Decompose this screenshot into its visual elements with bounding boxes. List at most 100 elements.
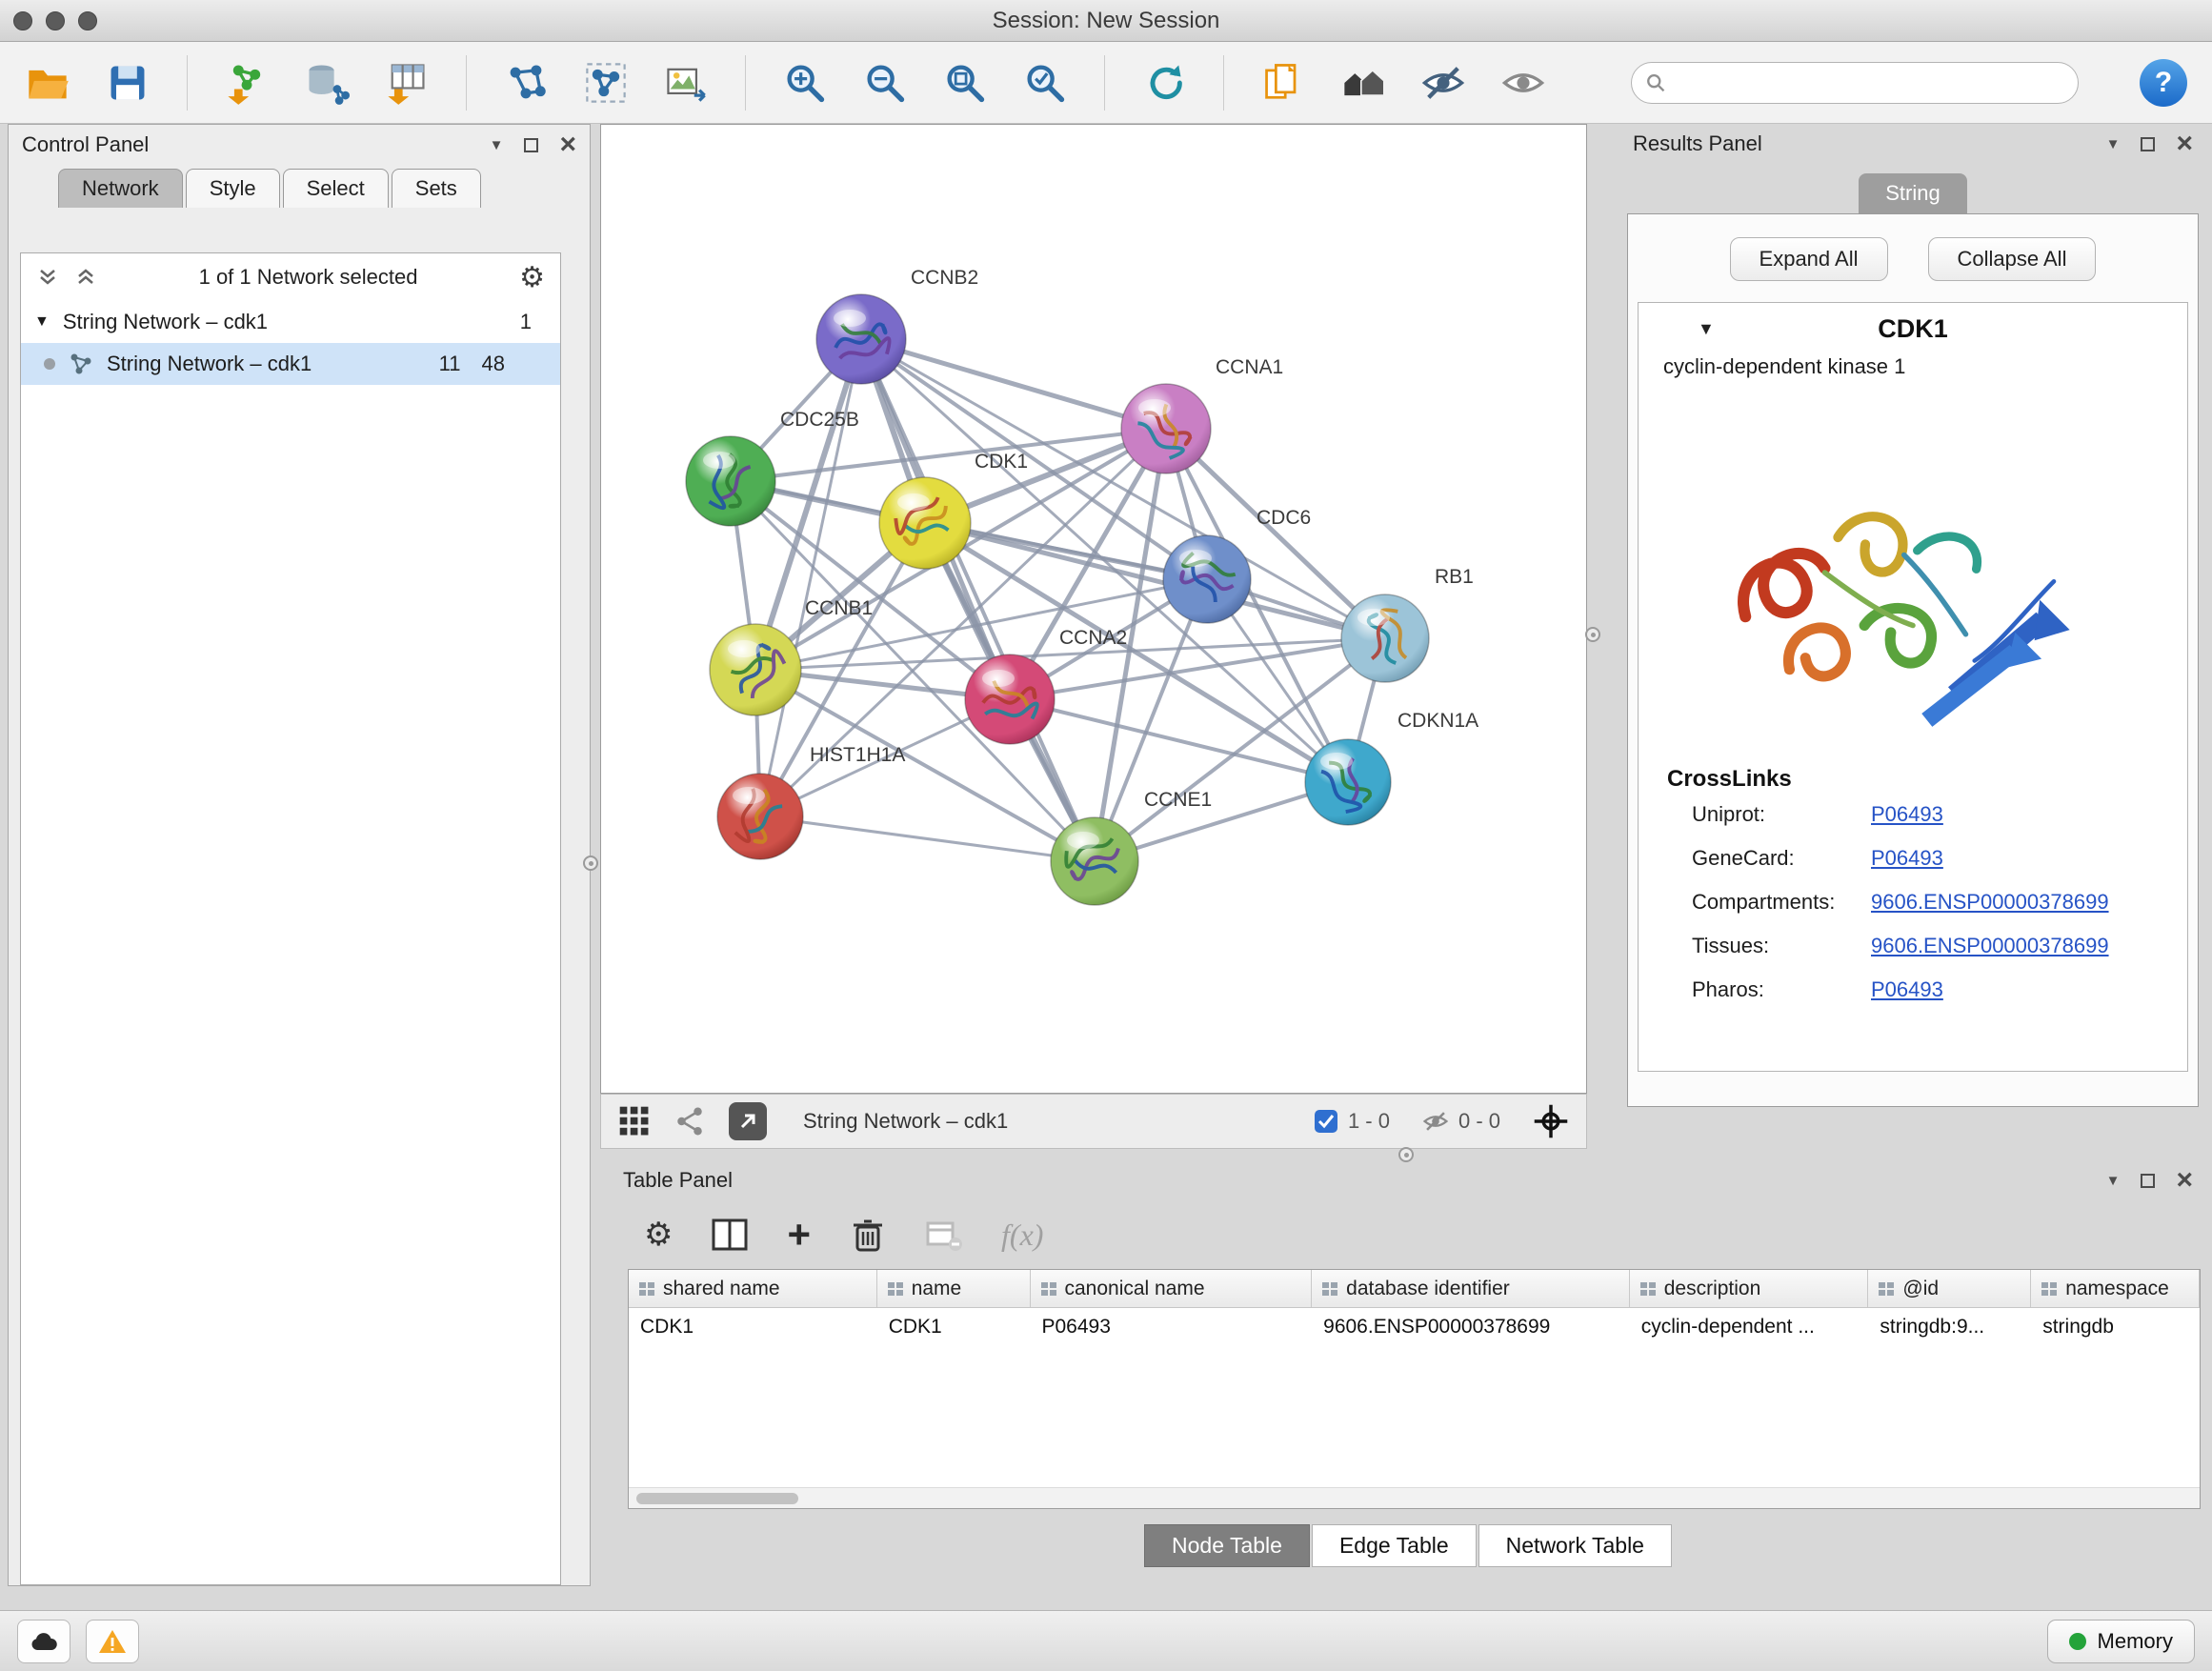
export-network-button[interactable] [729, 1102, 767, 1140]
zoom-selected-icon[interactable] [1022, 60, 1068, 106]
network-edge-CCNA2-CDKN1A[interactable] [1010, 699, 1348, 782]
network-node-CCNE1[interactable]: CCNE1 [1051, 789, 1212, 905]
table-row[interactable]: CDK1 CDK1 P06493 9606.ENSP00000378699 cy… [629, 1308, 2200, 1346]
network-node-CDKN1A[interactable]: CDKN1A [1305, 710, 1478, 825]
network-node-CDK1[interactable]: CDK1 [879, 451, 1028, 569]
column-header[interactable]: shared name [629, 1270, 877, 1307]
control-panel-title: Control Panel [22, 132, 149, 157]
tab-network[interactable]: Network [58, 169, 183, 208]
splitter-handle[interactable] [583, 856, 598, 871]
float-panel-icon[interactable]: ▼ [2106, 136, 2121, 152]
new-network-icon[interactable] [503, 60, 549, 106]
close-panel-icon[interactable]: × [559, 135, 576, 154]
collapse-gene-section-icon[interactable]: ▼ [1698, 319, 1715, 339]
expand-all-button[interactable]: Expand All [1730, 237, 1888, 281]
import-table-icon[interactable] [384, 60, 430, 106]
node-label-RB1: RB1 [1435, 566, 1474, 588]
tree-options-gear-icon[interactable]: ⚙ [519, 261, 545, 294]
column-header[interactable]: namespace [2031, 1270, 2200, 1307]
column-header[interactable]: name [877, 1270, 1031, 1307]
show-graphics-icon[interactable] [1500, 60, 1546, 106]
clone-document-icon[interactable] [1260, 60, 1306, 106]
collapse-all-icon[interactable] [36, 266, 59, 289]
table-options-gear-icon[interactable]: ⚙ [644, 1216, 673, 1254]
uniprot-link[interactable]: P06493 [1871, 802, 1943, 827]
results-panel-title: Results Panel [1633, 131, 1762, 156]
pharos-link[interactable]: P06493 [1871, 977, 1943, 1002]
refresh-icon[interactable] [1141, 60, 1187, 106]
close-panel-icon[interactable]: × [2176, 1171, 2193, 1190]
network-node-CCNA1[interactable]: CCNA1 [1121, 356, 1283, 473]
network-canvas[interactable]: CCNB2CCNA1CDC25BCDK1CDC6RB1CCNB1CCNA2CDK… [600, 124, 1587, 1094]
network-view-title: String Network – cdk1 [803, 1109, 1008, 1134]
grid-view-icon[interactable] [618, 1105, 651, 1137]
float-panel-icon[interactable]: ▼ [490, 137, 504, 153]
tab-sets[interactable]: Sets [392, 169, 481, 208]
expand-all-icon[interactable] [74, 266, 97, 289]
eye-slash-icon[interactable] [1422, 1108, 1449, 1135]
help-button[interactable]: ? [2140, 59, 2187, 107]
export-image-icon[interactable] [663, 60, 709, 106]
zoom-out-icon[interactable] [862, 60, 908, 106]
splitter-handle[interactable] [1585, 627, 1600, 642]
close-panel-icon[interactable]: × [2176, 134, 2193, 153]
show-columns-icon[interactable] [711, 1216, 749, 1254]
maximize-panel-icon[interactable] [2141, 1174, 2155, 1188]
column-header[interactable]: description [1630, 1270, 1869, 1307]
scrollbar-thumb[interactable] [636, 1493, 798, 1504]
warning-button[interactable] [86, 1620, 139, 1663]
network-collection-row[interactable]: ▼ String Network – cdk1 1 [21, 301, 560, 343]
open-session-icon[interactable] [25, 60, 70, 106]
save-session-icon[interactable] [105, 60, 151, 106]
tab-network-table[interactable]: Network Table [1478, 1524, 1672, 1567]
network-edge-HIST1H1A-CCNE1[interactable] [760, 816, 1095, 861]
tab-select[interactable]: Select [283, 169, 389, 208]
hide-graphics-icon[interactable] [1420, 60, 1466, 106]
column-header[interactable]: database identifier [1312, 1270, 1630, 1307]
table-toolbar: ⚙ + f(x) [610, 1200, 2206, 1269]
network-overview-icon[interactable] [674, 1105, 706, 1137]
column-header[interactable]: canonical name [1031, 1270, 1313, 1307]
network-edge-CCNB2-CCNE1[interactable] [861, 339, 1095, 861]
node-table: shared name name canonical name database… [628, 1269, 2201, 1509]
fit-content-crosshair-icon[interactable] [1533, 1103, 1569, 1139]
crosslink-row: Uniprot: P06493 [1639, 793, 2187, 836]
column-header[interactable]: @id [1868, 1270, 2031, 1307]
tab-node-table[interactable]: Node Table [1144, 1524, 1310, 1567]
network-node-HIST1H1A[interactable]: HIST1H1A [717, 744, 905, 859]
network-node-RB1[interactable]: RB1 [1341, 566, 1474, 682]
cloud-status-button[interactable] [17, 1620, 70, 1663]
splitter-handle[interactable] [1398, 1147, 1414, 1162]
maximize-panel-icon[interactable] [524, 138, 538, 152]
tree-expander-icon[interactable]: ▼ [34, 313, 50, 331]
collapse-all-button[interactable]: Collapse All [1928, 237, 2097, 281]
tab-style[interactable]: Style [186, 169, 280, 208]
genecard-link[interactable]: P06493 [1871, 846, 1943, 871]
import-network-database-icon[interactable] [304, 60, 350, 106]
string-results-box: Expand All Collapse All ▼ CDK1 cyclin-de… [1627, 213, 2199, 1107]
search-input[interactable] [1676, 70, 2064, 95]
network-edge-CCNB2-CCNA1[interactable] [861, 339, 1166, 429]
zoom-fit-icon[interactable] [942, 60, 988, 106]
search-box[interactable] [1631, 62, 2079, 104]
node-label-CCNE1: CCNE1 [1144, 789, 1212, 811]
tissues-link[interactable]: 9606.ENSP00000378699 [1871, 934, 2109, 958]
new-network-from-selection-icon[interactable] [583, 60, 629, 106]
add-column-icon[interactable]: + [787, 1218, 811, 1252]
toolbar-separator [187, 55, 188, 111]
zoom-in-icon[interactable] [782, 60, 828, 106]
checkbox-icon[interactable] [1314, 1109, 1338, 1134]
import-network-file-icon[interactable] [224, 60, 270, 106]
memory-button[interactable]: Memory [2047, 1620, 2195, 1663]
tab-edge-table[interactable]: Edge Table [1312, 1524, 1477, 1567]
function-builder-icon-disabled: f(x) [1001, 1218, 1043, 1253]
delete-column-trash-icon[interactable] [849, 1216, 887, 1254]
network-row[interactable]: String Network – cdk1 11 48 [21, 343, 560, 385]
compartments-link[interactable]: 9606.ENSP00000378699 [1871, 890, 2109, 915]
session-home-icon[interactable] [1340, 60, 1386, 106]
float-panel-icon[interactable]: ▼ [2106, 1173, 2121, 1189]
protein-structure-image [1675, 396, 2151, 749]
tab-string[interactable]: String [1859, 173, 1966, 213]
network-label: String Network – cdk1 [107, 352, 312, 376]
maximize-panel-icon[interactable] [2141, 137, 2155, 151]
